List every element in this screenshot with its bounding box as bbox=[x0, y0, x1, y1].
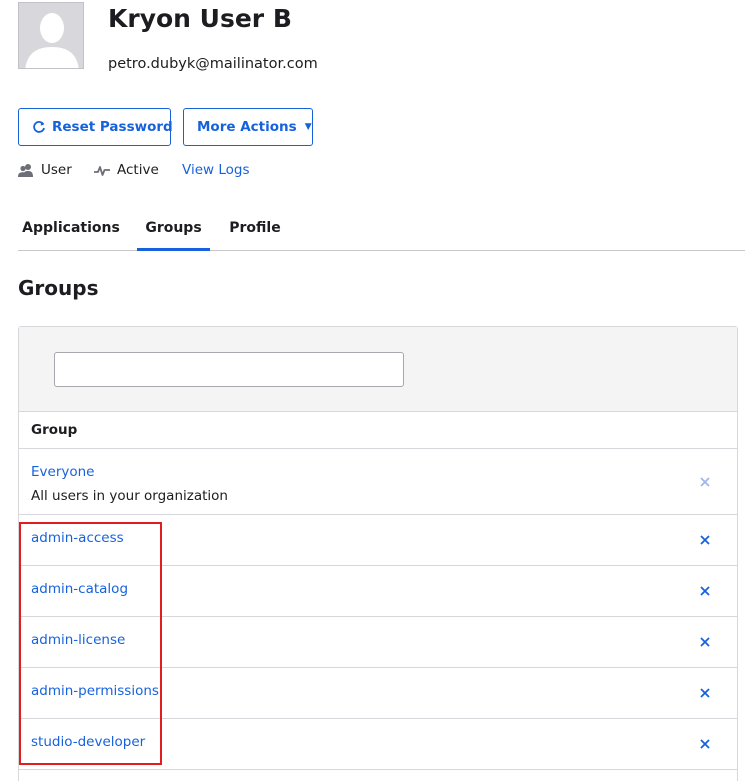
profile-tabs: Applications Groups Profile bbox=[18, 206, 745, 251]
view-logs-link[interactable]: View Logs bbox=[182, 162, 249, 178]
activity-icon bbox=[94, 166, 110, 176]
remove-group-icon[interactable] bbox=[697, 532, 713, 548]
group-link-admin-catalog[interactable]: admin-catalog bbox=[31, 581, 128, 597]
table-row: admin-permissions bbox=[19, 668, 737, 719]
tab-groups[interactable]: Groups bbox=[137, 206, 210, 251]
remove-group-icon[interactable] bbox=[697, 685, 713, 701]
groups-section-title: Groups bbox=[18, 276, 99, 300]
table-row: admin-license bbox=[19, 617, 737, 668]
group-description: All users in your organization bbox=[31, 488, 228, 504]
user-email: petro.dubyk@mailinator.com bbox=[108, 56, 318, 72]
remove-group-icon bbox=[697, 474, 713, 490]
user-state-label: Active bbox=[117, 162, 159, 178]
more-actions-label: More Actions bbox=[197, 119, 297, 135]
user-role: User bbox=[18, 162, 72, 178]
more-actions-dropdown[interactable]: More Actions ▼ bbox=[183, 108, 313, 146]
table-row: studio-developer bbox=[19, 719, 737, 770]
user-state: Active bbox=[94, 162, 159, 178]
user-silhouette-icon bbox=[19, 3, 83, 68]
group-link-admin-permissions[interactable]: admin-permissions bbox=[31, 683, 159, 699]
remove-group-icon[interactable] bbox=[697, 634, 713, 650]
remove-group-icon[interactable] bbox=[697, 736, 713, 752]
table-row: admin-access bbox=[19, 515, 737, 566]
groups-search-input[interactable] bbox=[54, 352, 404, 387]
reset-password-label: Reset Password bbox=[52, 119, 173, 135]
group-link-admin-access[interactable]: admin-access bbox=[31, 530, 124, 546]
table-row: Everyone All users in your organization bbox=[19, 449, 737, 515]
group-link-admin-license[interactable]: admin-license bbox=[31, 632, 125, 648]
tab-profile[interactable]: Profile bbox=[225, 206, 285, 250]
user-role-label: User bbox=[41, 162, 72, 178]
group-column-header: Group bbox=[19, 412, 737, 449]
group-link-studio-developer[interactable]: studio-developer bbox=[31, 734, 145, 750]
users-icon bbox=[18, 164, 33, 177]
user-profile-page: Kryon User B petro.dubyk@mailinator.com … bbox=[0, 0, 745, 781]
remove-group-icon[interactable] bbox=[697, 583, 713, 599]
groups-table: Group Everyone All users in your organiz… bbox=[18, 326, 738, 781]
user-name-heading: Kryon User B bbox=[108, 4, 292, 33]
tab-applications[interactable]: Applications bbox=[18, 206, 124, 250]
reset-password-button[interactable]: Reset Password bbox=[18, 108, 173, 146]
table-row: admin-catalog bbox=[19, 566, 737, 617]
groups-toolbar bbox=[19, 327, 737, 412]
group-link-everyone[interactable]: Everyone bbox=[31, 464, 95, 480]
caret-down-icon: ▼ bbox=[304, 122, 312, 132]
avatar bbox=[18, 2, 84, 69]
refresh-icon bbox=[32, 120, 46, 134]
